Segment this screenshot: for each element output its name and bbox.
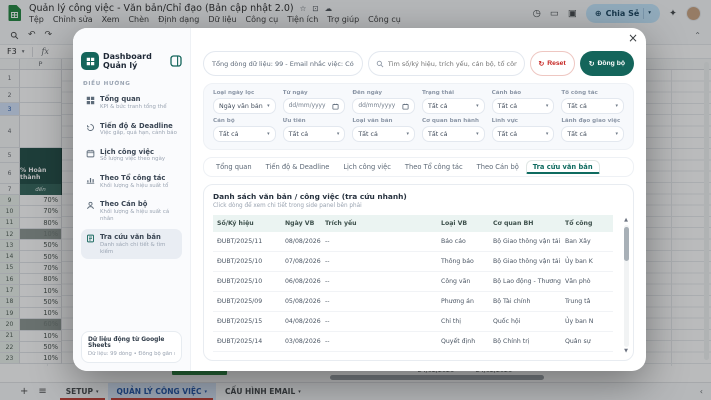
chevron-down-icon: ▾: [476, 131, 479, 137]
document-list-card: Danh sách văn bản / công việc (tra cứu n…: [203, 184, 634, 361]
sync-button[interactable]: ↻ Đồng bộ: [580, 51, 634, 76]
calendar-icon[interactable]: [402, 103, 409, 110]
document-search-icon: [86, 234, 95, 243]
search-box[interactable]: [368, 51, 525, 76]
scroll-up-icon[interactable]: ▲: [624, 218, 628, 223]
chevron-down-icon: ▾: [476, 103, 479, 109]
data-source-sub: Dữ liệu: 99 dòng • Đồng bộ gần nhất: 09:…: [88, 351, 175, 357]
scrollbar-track[interactable]: [624, 225, 629, 347]
filter-can-bo: Cán bộ Tất cả▾: [213, 118, 276, 142]
data-summary-pill: Tổng dòng dữ liệu: 99 - Email nhắc việc:…: [203, 51, 363, 76]
filter-co-quan-ban-hanh: Cơ quan ban hành Tất cả▾: [422, 118, 485, 142]
screen: Quản lý công việc - Văn bản/Chỉ đạo (Bản…: [0, 0, 711, 400]
filter-canh-bao: Cảnh báo Tất cả▾: [492, 90, 555, 114]
calendar-icon[interactable]: [332, 103, 339, 110]
close-icon[interactable]: ×: [628, 32, 638, 44]
sidebar-item-lich-cong-viec[interactable]: Lịch công việcSố lượng việc theo ngày: [81, 144, 182, 167]
table-row[interactable]: ĐUBT/2025/1504/08/2026--Chỉ thịQuốc hộiỦ…: [213, 312, 613, 332]
sidebar-item-tien-do-deadline[interactable]: Tiến độ & DeadlineViệc gấp, quá hạn, cản…: [81, 118, 182, 141]
dashboard-tabs: Tổng quan Tiến độ & Deadline Lịch công v…: [203, 157, 634, 177]
chevron-down-icon: ▾: [406, 131, 409, 137]
bar-chart-icon: [86, 175, 95, 184]
chevron-down-icon: ▾: [267, 103, 270, 109]
filter-select[interactable]: Tất cả▾: [561, 126, 624, 142]
filter-lanh-dao-giao-viec: Lãnh đạo giao việc Tất cả▾: [561, 118, 624, 142]
filter-panel: Loại ngày lọc Ngày văn bản▾ Từ ngày dd/m…: [203, 83, 634, 150]
brand-header: Dashboard Quản lý: [81, 52, 182, 70]
search-icon: [376, 60, 384, 68]
table-row[interactable]: ĐUBT/2025/1006/08/2026--Công vănBộ Lao đ…: [213, 272, 613, 292]
chevron-down-icon: ▾: [615, 131, 618, 137]
tab-theo-to-cong-tac[interactable]: Theo Tổ công tác: [398, 160, 470, 174]
filter-select[interactable]: Tất cả▾: [422, 98, 485, 114]
person-icon: [86, 201, 95, 210]
tab-lich-cong-viec[interactable]: Lịch công việc: [336, 160, 398, 174]
table-scrollbar[interactable]: ▲ ▼: [622, 218, 630, 354]
filter-uu-tien: Ưu tiên Tất cả▾: [283, 118, 346, 142]
filter-trang-thai: Trạng thái Tất cả▾: [422, 90, 485, 114]
table-row[interactable]: ĐUBT/2025/1007/08/2026--Thông báoBộ Giao…: [213, 252, 613, 272]
tab-tong-quan[interactable]: Tổng quan: [209, 160, 259, 174]
filter-select[interactable]: Tất cả▾: [352, 126, 415, 142]
scroll-down-icon[interactable]: ▼: [624, 349, 628, 354]
scrollbar-thumb[interactable]: [624, 227, 629, 261]
filter-select[interactable]: Tất cả▾: [561, 98, 624, 114]
documents-table: Số/Ký hiệu Ngày VB Trích yếu Loại VB Cơ …: [213, 215, 613, 354]
filter-select[interactable]: Tất cả▾: [492, 126, 555, 142]
tab-tien-do-deadline[interactable]: Tiến độ & Deadline: [259, 160, 337, 174]
filter-select[interactable]: Tất cả▾: [213, 126, 276, 142]
sidebar-item-theo-can-bo[interactable]: Theo Cán bộKhối lượng & hiệu suất cá nhâ…: [81, 196, 182, 226]
reset-button[interactable]: ↻ Reset: [530, 51, 575, 76]
sidebar-item-tra-cuu-van-ban[interactable]: Tra cứu văn bảnDanh sách chi tiết & tìm …: [81, 229, 182, 259]
dashboard-modal: × Dashboard Quản lý ĐIỀU HƯỚNG Tổng quan…: [73, 28, 646, 371]
sidebar-item-tong-quan[interactable]: Tổng quanKPI & bức tranh tổng thể: [81, 91, 182, 114]
filter-select[interactable]: Ngày văn bản▾: [213, 98, 276, 114]
sync-icon: ↻: [589, 60, 595, 68]
chevron-down-icon: ▾: [615, 103, 618, 109]
data-source-title: Dữ liệu động từ Google Sheets: [88, 337, 175, 349]
dashboard-title: Dashboard Quản lý: [103, 52, 166, 70]
filter-select[interactable]: Tất cả▾: [422, 126, 485, 142]
chevron-down-icon: ▾: [546, 103, 549, 109]
nav-section-label: ĐIỀU HƯỚNG: [83, 81, 180, 87]
chevron-down-icon: ▾: [337, 131, 340, 137]
data-source-card: Dữ liệu động từ Google Sheets Dữ liệu: 9…: [81, 331, 182, 363]
table-row[interactable]: ĐUBT/2025/1403/08/2026--Quyết địnhBộ Chí…: [213, 332, 613, 352]
search-input[interactable]: [388, 60, 517, 68]
filter-loai-ngay-loc: Loại ngày lọc Ngày văn bản▾: [213, 90, 276, 114]
calendar-icon: [86, 149, 95, 158]
reset-icon: ↻: [539, 60, 545, 68]
filter-date-input[interactable]: dd/mm/yyyy: [283, 98, 346, 114]
table-subtitle: Click dòng để xem chi tiết trong side pa…: [213, 203, 624, 209]
filter-to-cong-tac: Tổ công tác Tất cả▾: [561, 90, 624, 114]
filter-tu-ngay: Từ ngày dd/mm/yyyy: [283, 90, 346, 114]
grid-icon: [86, 96, 95, 105]
table-row[interactable]: ĐUBT/2025/0905/08/2026--Phương ánBộ Tài …: [213, 292, 613, 312]
modal-main: Tổng dòng dữ liệu: 99 - Email nhắc việc:…: [191, 28, 646, 371]
filter-linh-vuc: Lĩnh vực Tất cả▾: [492, 118, 555, 142]
modal-sidebar: Dashboard Quản lý ĐIỀU HƯỚNG Tổng quanKP…: [73, 28, 191, 371]
filter-loai-van-ban: Loại văn bản Tất cả▾: [352, 118, 415, 142]
filter-select[interactable]: Tất cả▾: [492, 98, 555, 114]
tab-tra-cuu-van-ban[interactable]: Tra cứu văn bản: [526, 160, 600, 174]
filter-select[interactable]: Tất cả▾: [283, 126, 346, 142]
chevron-down-icon: ▾: [546, 131, 549, 137]
filter-den-ngay: Đến ngày dd/mm/yyyy: [352, 90, 415, 114]
table-title: Danh sách văn bản / công việc (tra cứu n…: [213, 192, 624, 201]
table-header-row: Số/Ký hiệu Ngày VB Trích yếu Loại VB Cơ …: [213, 215, 613, 232]
dashboard-logo-icon: [81, 52, 99, 70]
table-row[interactable]: ĐUBT/2025/1108/08/2026--Báo cáoBộ Giao t…: [213, 232, 613, 252]
chevron-down-icon: ▾: [267, 131, 270, 137]
tab-theo-can-bo[interactable]: Theo Cán bộ: [470, 160, 526, 174]
filter-date-input[interactable]: dd/mm/yyyy: [352, 98, 415, 114]
sidebar-item-theo-to-cong-tac[interactable]: Theo Tổ công tácKhối lượng & hiệu suất t…: [81, 170, 182, 193]
sidebar-toggle-icon[interactable]: [170, 55, 182, 67]
deadline-icon: [86, 123, 95, 132]
